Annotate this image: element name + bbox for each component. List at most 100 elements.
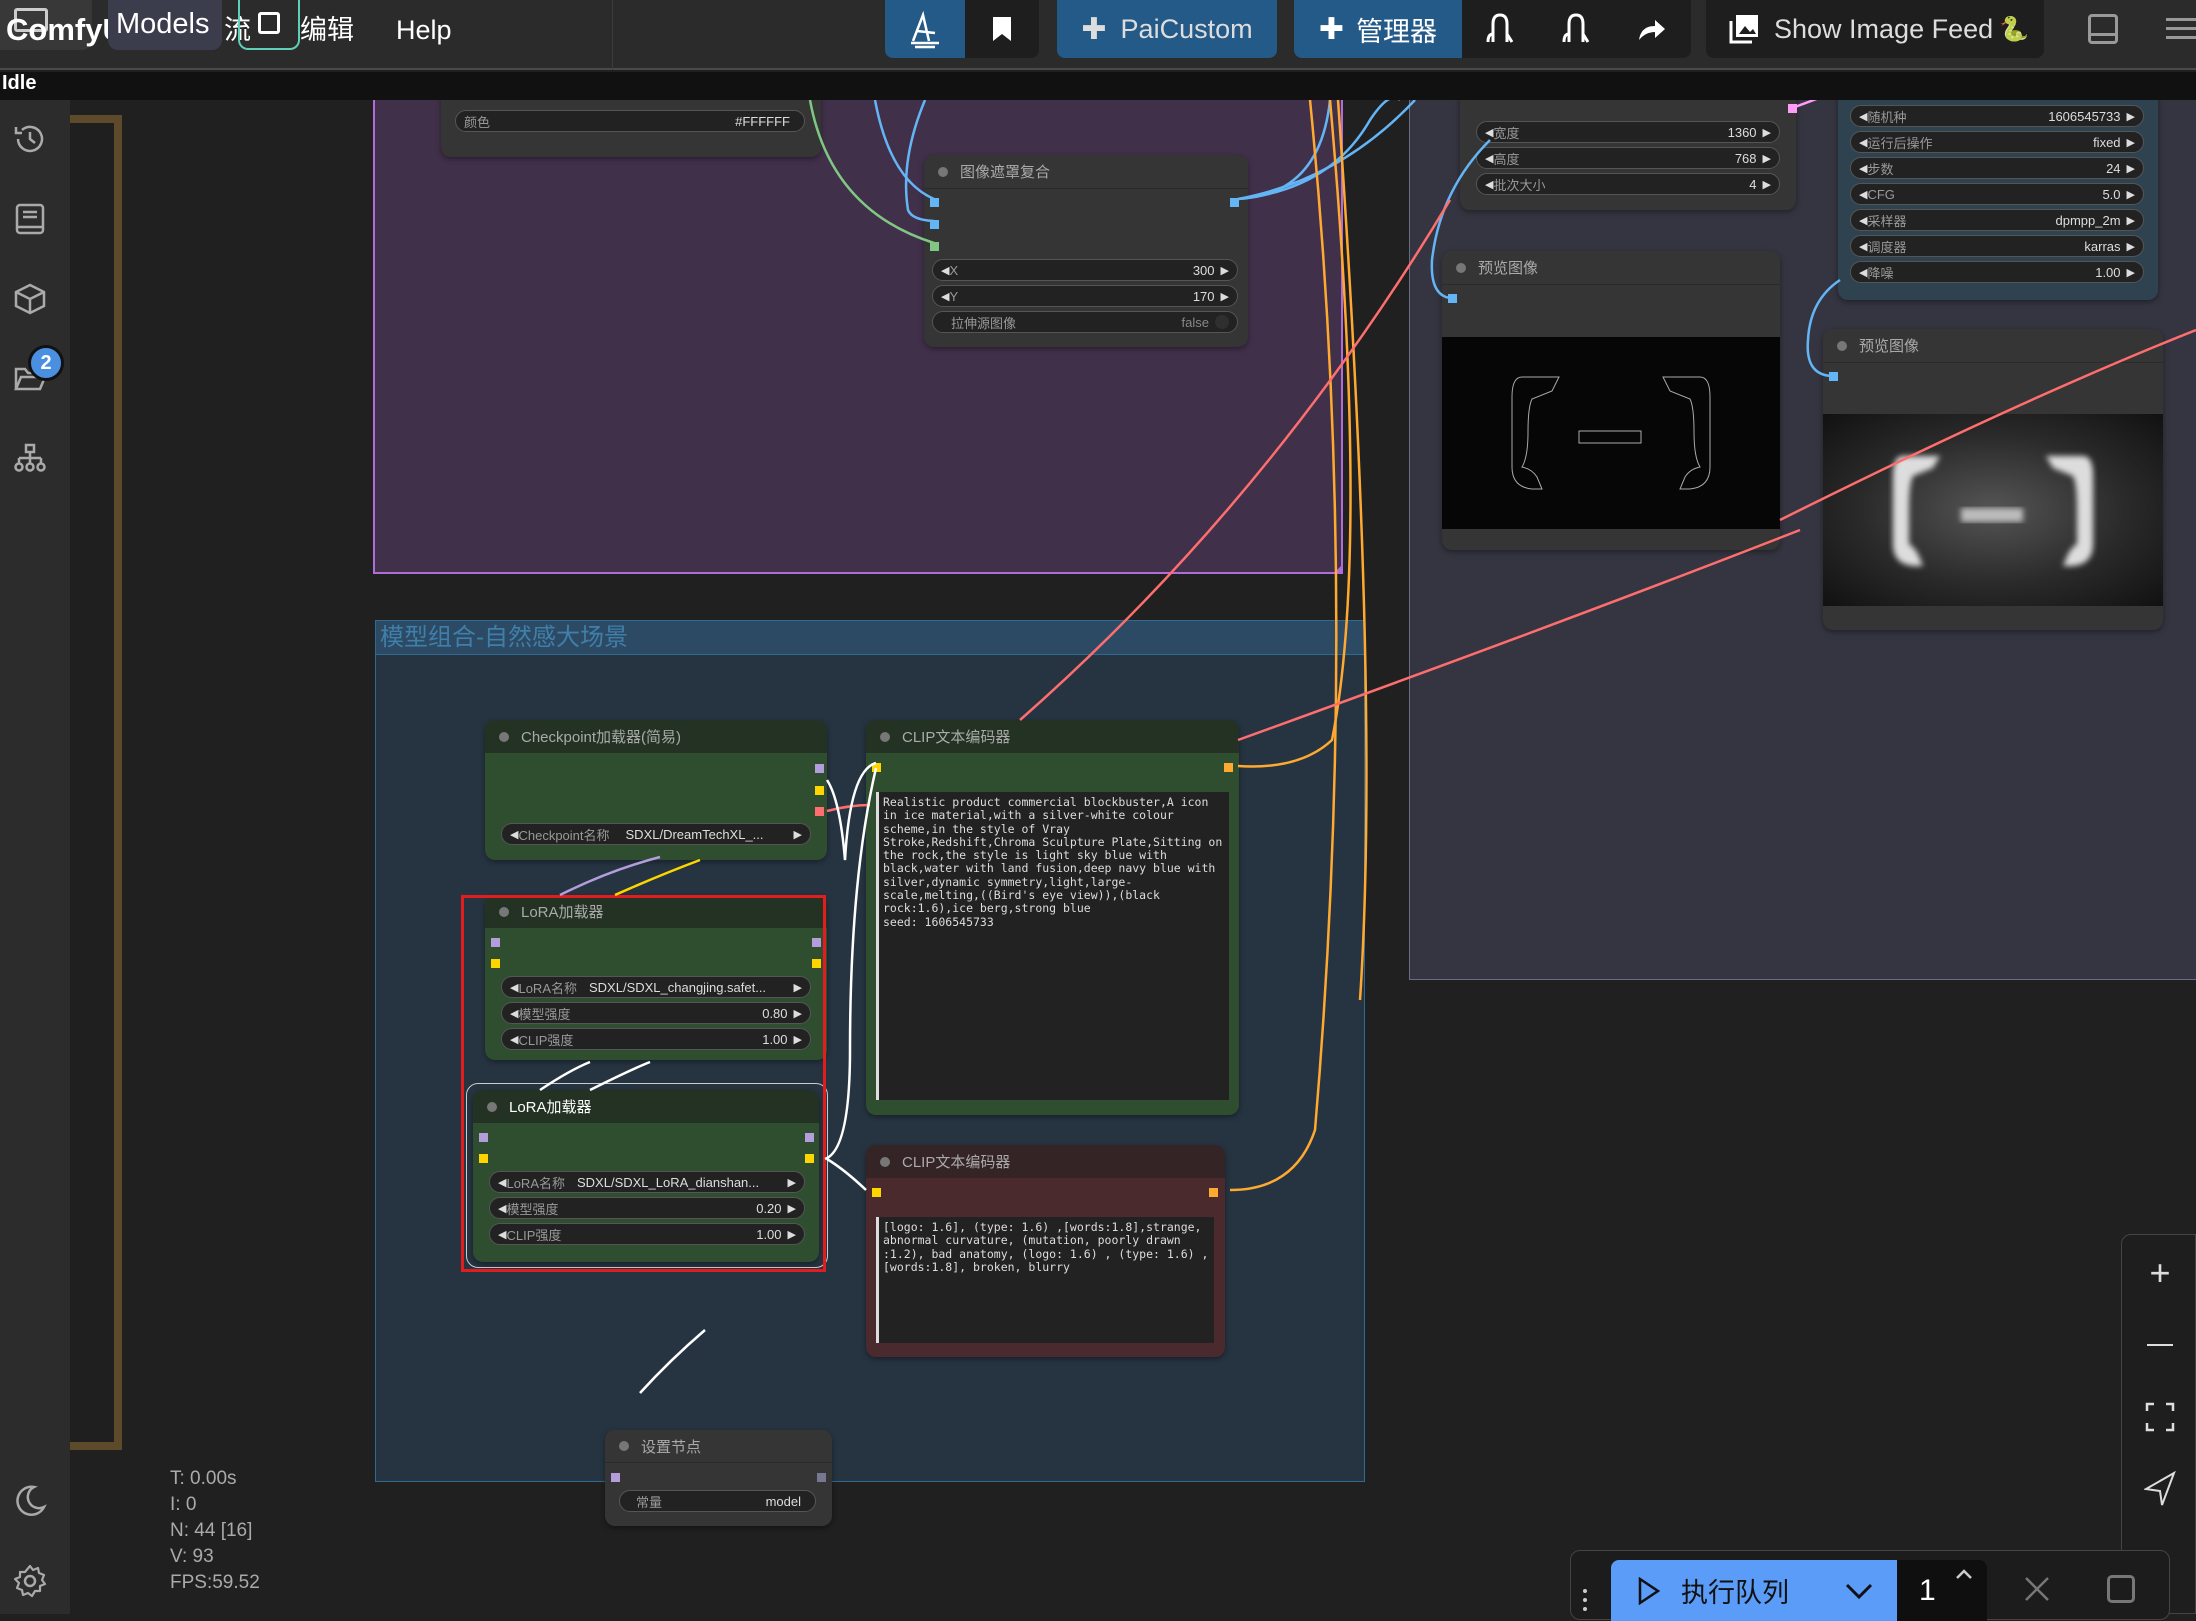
chevron-down-icon[interactable] [1845,1582,1873,1600]
increment-arrow-icon[interactable]: ▶ [2127,266,2135,279]
decrement-arrow-icon[interactable]: ◀ [1859,136,1867,149]
control-after-generate-widget[interactable]: ◀ 运行后操作 fixed ▶ [1850,131,2144,153]
image-feed-button[interactable]: Show Image Feed 🐍 [1706,0,2044,58]
partial-text-node[interactable] [70,115,122,1450]
increment-arrow-icon[interactable]: ▶ [794,828,802,841]
increment-arrow-icon[interactable]: ▶ [2127,136,2135,149]
increment-arrow-icon[interactable]: ▶ [1763,126,1771,139]
collapse-dot[interactable] [1456,262,1466,273]
increment-arrow-icon[interactable]: ▶ [2127,188,2135,201]
input-slot-source[interactable] [930,220,939,229]
collapse-dot[interactable] [499,731,509,742]
bookmark-button[interactable] [965,0,1039,58]
pai-logo-button[interactable] [885,0,965,58]
stop-button[interactable] [2107,1575,2139,1607]
sidebar-item-history[interactable] [12,121,48,157]
help-menu[interactable]: Help [396,10,452,50]
increment-arrow-icon[interactable]: ▶ [1221,290,1229,303]
manager-button[interactable]: ✚ 管理器 [1294,0,1462,58]
collapse-dot[interactable] [938,166,948,177]
color-widget[interactable]: 颜色 #FFFFFF [455,110,805,132]
sidebar-item-model-library[interactable] [12,281,48,317]
cfg-widget[interactable]: ◀ CFG 5.0 ▶ [1850,183,2144,205]
decrement-arrow-icon[interactable]: ◀ [1485,178,1493,191]
decrement-arrow-icon[interactable]: ◀ [1859,188,1867,201]
sidebar-item-templates[interactable] [12,441,48,477]
decrement-arrow-icon[interactable]: ◀ [1859,214,1867,227]
steps-widget[interactable]: ◀ 步数 24 ▶ [1850,157,2144,179]
output-slot[interactable] [817,1473,826,1482]
preview-image-node-2[interactable]: 预览图像 [1823,329,2163,630]
sidebar-item-node-library[interactable] [12,201,48,237]
edit-menu[interactable]: 编辑 [300,10,354,50]
collapse-dot[interactable] [880,731,890,742]
sidebar-item-theme[interactable] [12,1483,48,1519]
collapse-dot[interactable] [619,1441,629,1451]
increment-arrow-icon[interactable]: ▶ [1221,264,1229,277]
free-memory-button[interactable] [1538,0,1614,58]
y-widget[interactable]: ◀ Y 170 ▶ [932,285,1238,307]
run-queue-button[interactable]: 执行队列 [1611,1560,1897,1621]
increment-chevron-icon[interactable] [1955,1568,1973,1580]
zoom-in-button[interactable]: + [2142,1252,2178,1293]
hamburger-menu-button[interactable] [2166,18,2196,40]
sidebar-item-settings[interactable] [12,1563,48,1599]
save-workflow-button[interactable] [238,0,300,50]
increment-arrow-icon[interactable]: ▶ [2127,214,2135,227]
decrement-arrow-icon[interactable]: ◀ [941,290,949,303]
share-button[interactable] [1614,0,1690,58]
output-slot-latent[interactable] [1788,104,1797,113]
resize-source-toggle[interactable]: 拉伸源图像 false [932,311,1238,333]
preview-image-node-1[interactable]: 预览图像 [1442,251,1780,550]
zoom-out-button[interactable] [2142,1327,2178,1363]
width-widget[interactable]: ◀ 宽度 1360 ▶ [1476,121,1780,143]
image-mask-composite-node[interactable]: 图像遮罩复合 ◀ X 300 ▶ ◀ Y 170 ▶ 拉伸源图像 false [924,155,1248,347]
decrement-arrow-icon[interactable]: ◀ [1485,152,1493,165]
cancel-button[interactable] [2023,1575,2053,1605]
decrement-arrow-icon[interactable]: ◀ [1859,266,1867,279]
set-node[interactable]: 设置节点 常量 model [605,1430,832,1526]
increment-arrow-icon[interactable]: ▶ [2127,240,2135,253]
seed-widget[interactable]: ◀ 随机种 1606545733 ▶ [1850,105,2144,127]
input-slot-model[interactable] [611,1473,620,1482]
node-title-bar[interactable]: 设置节点 [605,1430,832,1463]
locate-button[interactable] [2142,1471,2178,1507]
increment-arrow-icon[interactable]: ▶ [1763,178,1771,191]
output-slot-image[interactable] [1230,198,1239,207]
scheduler-widget[interactable]: ◀ 调度器 karras ▶ [1850,235,2144,257]
decrement-arrow-icon[interactable]: ◀ [941,264,949,277]
decrement-arrow-icon[interactable]: ◀ [1485,126,1493,139]
graph-canvas[interactable]: he s r its ll cane eme,in t sky - ddle, … [70,100,2196,1614]
output-slot-clip[interactable] [815,786,824,795]
sampler-widget[interactable]: ◀ 采样器 dpmpp_2m ▶ [1850,209,2144,231]
fit-view-button[interactable] [2142,1399,2178,1435]
height-widget[interactable]: ◀ 高度 768 ▶ [1476,147,1780,169]
denoise-widget[interactable]: ◀ 降噪 1.00 ▶ [1850,261,2144,283]
node-title-bar[interactable]: CLIP文本编码器 [866,1145,1225,1178]
input-slot-clip[interactable] [872,763,881,772]
node-title-bar[interactable]: 预览图像 [1442,251,1780,285]
paicustom-button[interactable]: ✚ PaiCustom [1057,0,1277,58]
constant-widget[interactable]: 常量 model [619,1490,816,1512]
increment-arrow-icon[interactable]: ▶ [2127,162,2135,175]
checkpoint-loader-node[interactable]: Checkpoint加载器(简易) ◀ Checkpoint名称 SDXL/Dr… [485,720,827,860]
batch-count-input[interactable]: 1 [1897,1560,1987,1621]
toggle-bottom-panel-button[interactable] [2088,14,2118,44]
clip-text-encode-positive[interactable]: CLIP文本编码器 Realistic product commercial b… [866,720,1239,1115]
output-slot-conditioning[interactable] [1209,1188,1218,1197]
output-slot-vae[interactable] [815,807,824,816]
positive-prompt-textarea[interactable]: Realistic product commercial blockbuster… [876,792,1229,1100]
input-slot-destination[interactable] [930,198,939,207]
unload-models-button[interactable] [1462,0,1538,58]
increment-arrow-icon[interactable]: ▶ [2127,110,2135,123]
decrement-arrow-icon[interactable]: ◀ [1859,240,1867,253]
checkpoint-name-widget[interactable]: ◀ Checkpoint名称 SDXL/DreamTechXL_... ▶ [501,823,811,845]
negative-prompt-textarea[interactable]: [logo: 1.6], (type: 1.6) ,[words:1.8],st… [876,1217,1214,1343]
decrement-arrow-icon[interactable]: ◀ [510,828,518,841]
collapse-dot[interactable] [1837,340,1847,351]
drag-handle[interactable] [1583,1589,1589,1613]
node-title-bar[interactable]: Checkpoint加载器(简易) [485,720,827,753]
input-slot-images[interactable] [1829,372,1838,381]
x-widget[interactable]: ◀ X 300 ▶ [932,259,1238,281]
input-slot-images[interactable] [1448,294,1457,303]
